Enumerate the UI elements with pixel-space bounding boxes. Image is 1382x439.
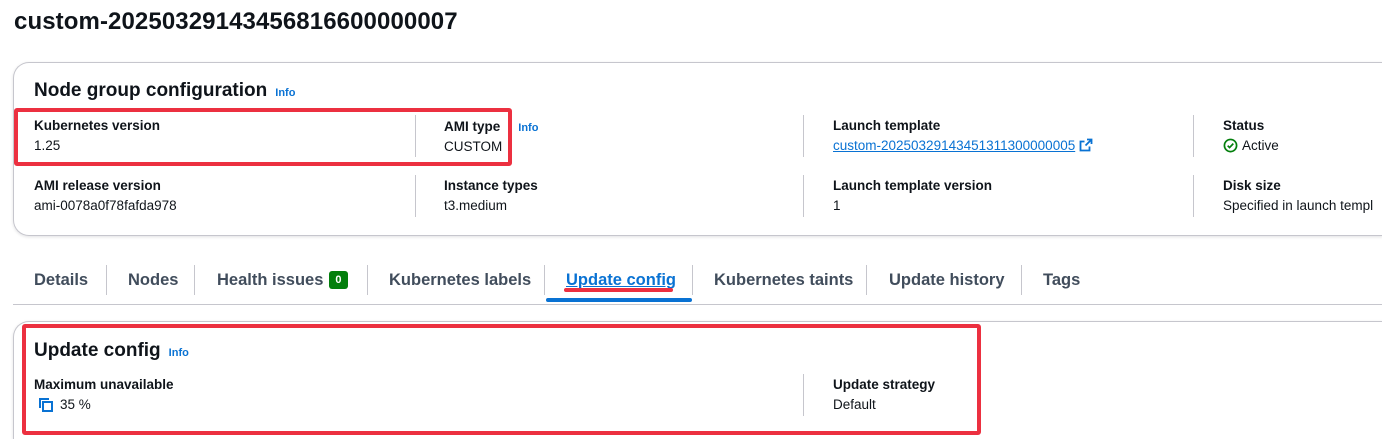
ami-release-version-field: AMI release version ami-0078a0f78fafda97…: [34, 178, 177, 213]
launch-template-link[interactable]: custom-20250329143451311300000005: [833, 138, 1075, 153]
update-strategy-field: Update strategy Default: [833, 377, 935, 412]
status-label: Status: [1223, 118, 1265, 133]
update-config-title: Update config: [34, 340, 161, 361]
launch-template-version-label: Launch template version: [833, 178, 993, 193]
external-link-icon[interactable]: [1079, 138, 1093, 155]
kubernetes-version-value: 1.25: [34, 138, 61, 153]
column-divider: [803, 115, 804, 157]
tab-divider: [866, 265, 867, 295]
maximum-unavailable-value: 35 %: [60, 397, 91, 412]
instance-types-field: Instance types t3.medium: [444, 178, 538, 213]
tab-nodes[interactable]: Nodes: [128, 258, 178, 302]
instance-types-value: t3.medium: [444, 198, 508, 213]
status-field: Status Active: [1223, 118, 1279, 156]
tab-kubernetes-labels[interactable]: Kubernetes labels: [389, 258, 531, 302]
column-divider: [803, 374, 804, 416]
health-issues-count-badge: 0: [329, 271, 348, 289]
ami-type-value: CUSTOM: [444, 139, 503, 154]
info-link[interactable]: Info: [169, 347, 189, 359]
tab-divider: [692, 265, 693, 295]
update-config-heading: Update config Info: [34, 340, 189, 362]
tab-divider: [367, 265, 368, 295]
page-title: custom-20250329143456816600000007: [14, 8, 458, 35]
tab-divider: [106, 265, 107, 295]
ami-type-field: AMI type Info CUSTOM: [444, 118, 538, 154]
tab-health-issues[interactable]: Health issues 0: [217, 258, 348, 302]
ami-type-label: AMI type: [444, 119, 501, 134]
ami-release-version-label: AMI release version: [34, 178, 161, 193]
highlight-annotation-underline: [564, 288, 673, 292]
tab-divider: [544, 265, 545, 295]
tab-health-issues-label: Health issues: [217, 271, 324, 289]
tab-kubernetes-taints[interactable]: Kubernetes taints: [714, 258, 853, 302]
maximum-unavailable-label: Maximum unavailable: [34, 377, 174, 392]
tab-tags[interactable]: Tags: [1043, 258, 1080, 302]
tab-divider: [1021, 265, 1022, 295]
tab-bar: Details Nodes Health issues 0 Kubernetes …: [13, 258, 1382, 305]
launch-template-version-field: Launch template version 1: [833, 178, 992, 213]
launch-template-field: Launch template custom-20250329143451311…: [833, 118, 1093, 155]
node-group-configuration-heading: Node group configuration Info: [34, 80, 295, 102]
column-divider: [415, 175, 416, 217]
launch-template-version-value: 1: [833, 198, 841, 213]
update-strategy-label: Update strategy: [833, 377, 936, 392]
tab-details[interactable]: Details: [34, 258, 88, 302]
disk-size-label: Disk size: [1223, 178, 1281, 193]
maximum-unavailable-field: Maximum unavailable 35 %: [34, 377, 174, 416]
disk-size-field: Disk size Specified in launch templ: [1223, 178, 1373, 213]
update-strategy-value: Default: [833, 397, 876, 412]
column-divider: [803, 175, 804, 217]
kubernetes-version-field: Kubernetes version 1.25: [34, 118, 160, 153]
node-group-configuration-panel: Node group configuration Info Kubernetes …: [13, 62, 1382, 236]
ami-type-info-link[interactable]: Info: [518, 122, 538, 134]
copy-icon[interactable]: [38, 397, 54, 416]
column-divider: [1193, 175, 1194, 217]
disk-size-value: Specified in launch templ: [1223, 198, 1374, 213]
status-value: Active: [1242, 138, 1279, 153]
instance-types-label: Instance types: [444, 178, 538, 193]
info-link[interactable]: Info: [275, 87, 295, 99]
update-config-panel: Update config Info Maximum unavailable 35…: [13, 321, 1382, 439]
launch-template-label: Launch template: [833, 118, 941, 133]
info-divider: [509, 118, 511, 134]
column-divider: [1193, 115, 1194, 157]
tab-divider: [194, 265, 195, 295]
column-divider: [415, 115, 416, 157]
active-tab-indicator: [546, 298, 692, 302]
ami-release-version-value: ami-0078a0f78fafda978: [34, 198, 177, 213]
node-group-configuration-title: Node group configuration: [34, 80, 268, 101]
tab-update-config[interactable]: Update config: [566, 258, 676, 302]
check-circle-icon: [1223, 138, 1238, 156]
tab-update-history[interactable]: Update history: [889, 258, 1005, 302]
kubernetes-version-label: Kubernetes version: [34, 118, 161, 133]
